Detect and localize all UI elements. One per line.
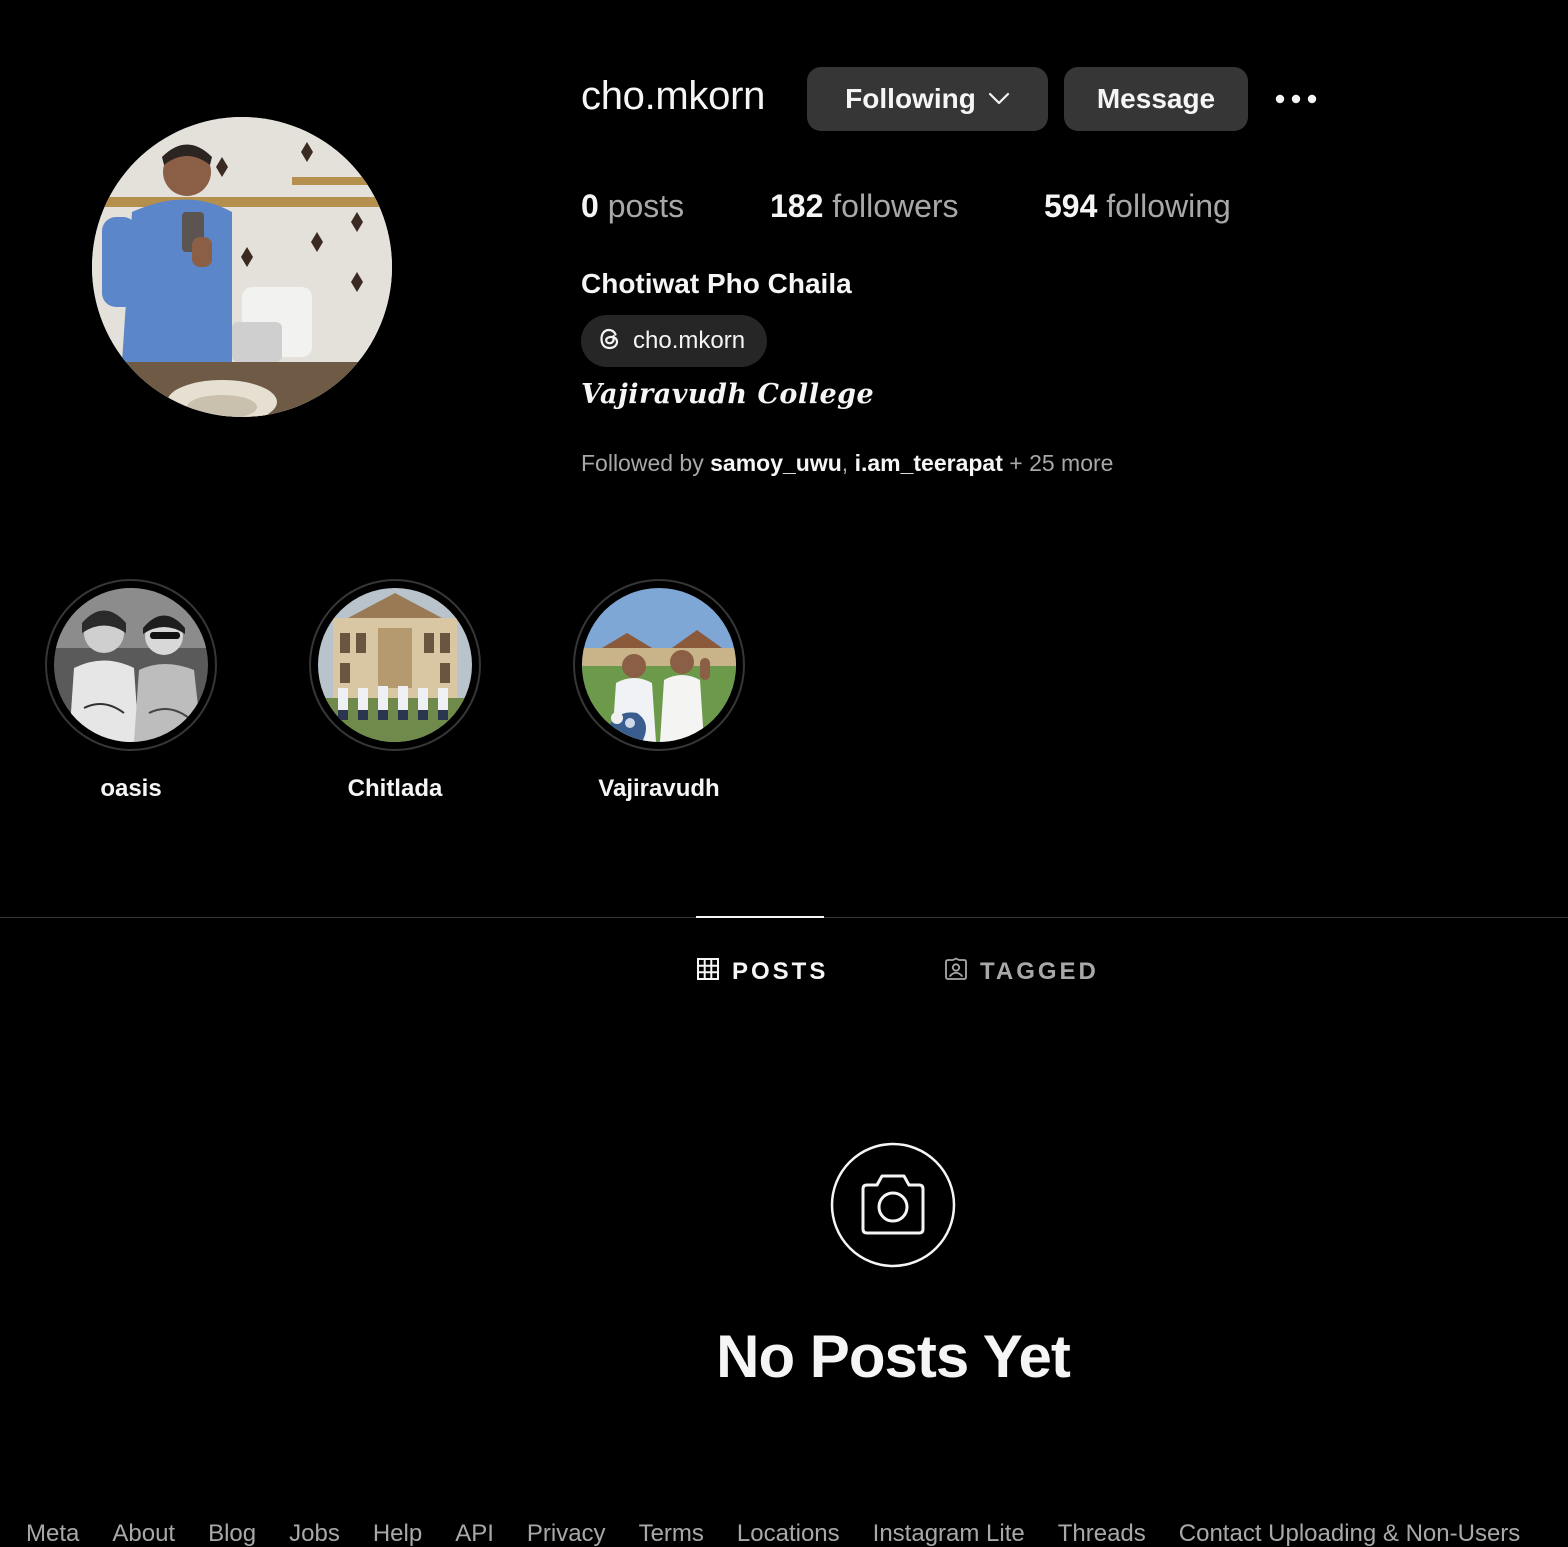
profile-username: cho.mkorn [581,74,766,118]
footer-link-meta[interactable]: Meta [26,1520,79,1547]
footer-link-api[interactable]: API [455,1520,494,1547]
highlight-oasis[interactable]: oasis [43,579,219,802]
threads-handle: cho.mkorn [633,327,746,354]
footer-link-terms[interactable]: Terms [639,1520,704,1547]
highlight-label: oasis [100,775,162,802]
highlight-ring [573,579,745,751]
camera-icon [830,1142,956,1268]
tab-posts[interactable]: POSTS [696,956,828,988]
chevron-down-icon [988,92,1010,106]
footer-link-privacy[interactable]: Privacy [527,1520,606,1547]
highlight-cover-image [54,588,208,742]
footer-link-threads[interactable]: Threads [1058,1520,1146,1547]
footer-link-blog[interactable]: Blog [208,1520,256,1547]
empty-state-title: No Posts Yet [0,1322,1568,1391]
following-count-value: 594 [1044,188,1098,224]
followers-count-link[interactable]: 182 followers [770,188,959,225]
message-button[interactable]: Message [1064,67,1248,131]
footer-link-contact-uploading[interactable]: Contact Uploading & Non-Users [1179,1520,1521,1547]
profile-photo-image [92,117,392,417]
message-button-label: Message [1096,83,1216,114]
threads-badge-link[interactable]: cho.mkorn [581,315,767,367]
footer-link-jobs[interactable]: Jobs [289,1520,340,1547]
highlight-label: Vajiravudh [598,775,720,802]
followers-count-label: followers [832,188,959,224]
highlight-label: Chitlada [347,775,443,802]
highlight-cover-image [318,588,472,742]
highlight-cover-image [582,588,736,742]
threads-icon [595,324,625,359]
followed-by-separator: , [841,450,855,476]
followers-count-value: 182 [770,188,824,224]
followed-by-text: Followed by samoy_uwu, i.am_teerapat + 2… [581,450,1113,477]
profile-page: cho.mkorn Following Message 0 posts 182 … [0,0,1568,1547]
highlight-ring [45,579,217,751]
footer-link-about[interactable]: About [112,1520,175,1547]
highlight-chitlada[interactable]: Chitlada [307,579,483,802]
following-button[interactable]: Following [807,67,1048,131]
tagged-icon [944,957,980,988]
followed-by-user-link[interactable]: i.am_teerapat [855,450,1003,476]
profile-bio: Vajiravudh College [581,379,875,410]
footer-link-help[interactable]: Help [373,1520,422,1547]
followed-by-prefix: Followed by [581,450,711,476]
footer-link-locations[interactable]: Locations [737,1520,840,1547]
highlight-vajiravudh[interactable]: Vajiravudh [571,579,747,802]
footer-link-instagram-lite[interactable]: Instagram Lite [873,1520,1025,1547]
empty-state-title-text: No Posts Yet [716,1323,1071,1390]
following-button-label: Following [845,83,976,114]
posts-count-value: 0 [581,188,599,224]
active-tab-indicator [696,916,824,918]
grid-icon [696,957,732,988]
profile-avatar[interactable] [92,117,392,417]
footer-links: Meta About Blog Jobs Help API Privacy Terms Loca… [26,1520,1553,1547]
followed-by-user-link[interactable]: samoy_uwu [710,450,842,476]
following-count-label: following [1106,188,1231,224]
profile-full-name: Chotiwat Pho Chaila [581,268,852,299]
highlight-ring [309,579,481,751]
following-count-link[interactable]: 594 following [1044,188,1231,225]
followed-by-more-link[interactable]: + 25 more [1003,450,1113,476]
more-options-icon[interactable] [1272,82,1320,116]
tab-tagged-label: TAGGED [980,958,1099,985]
tab-posts-label: POSTS [732,958,829,985]
posts-count: 0 posts [581,188,684,225]
posts-count-label: posts [607,188,685,224]
tab-tagged[interactable]: TAGGED [944,956,1099,988]
